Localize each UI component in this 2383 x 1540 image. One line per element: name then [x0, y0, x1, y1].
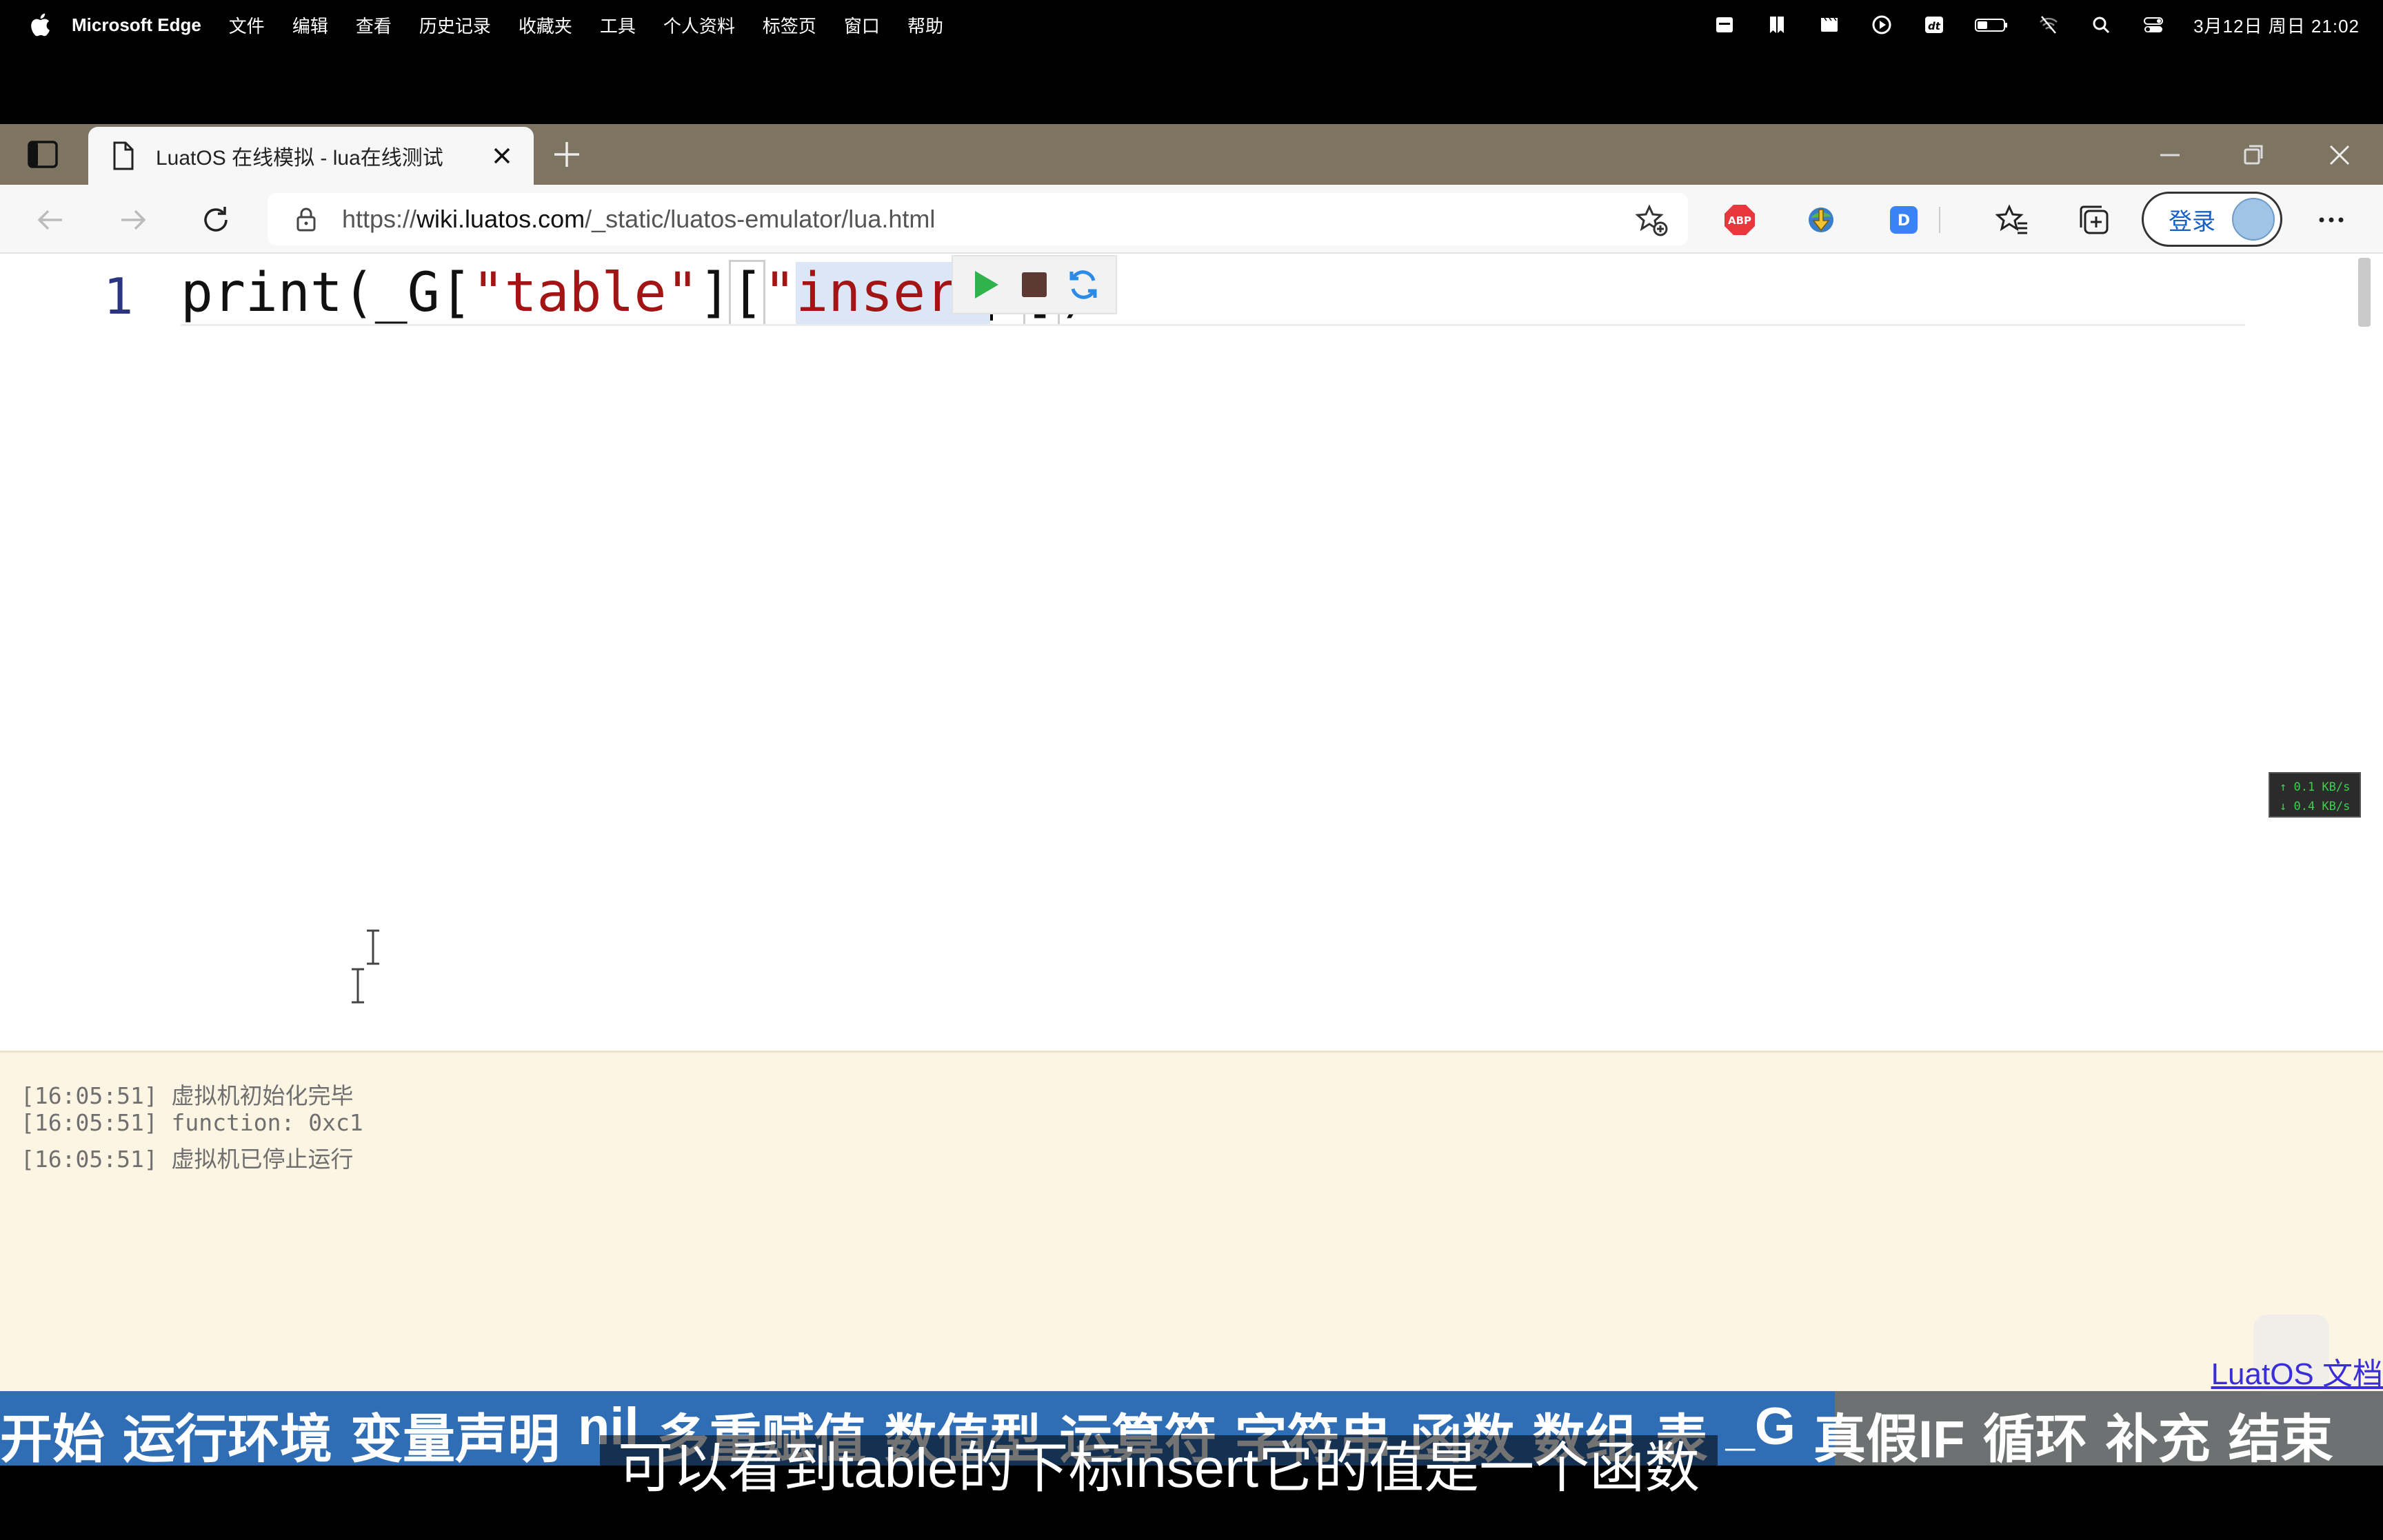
vertical-tabs-icon[interactable]: [26, 139, 59, 170]
chapter-item[interactable]: 运行环境: [123, 1397, 332, 1469]
toolbar-divider: [1936, 203, 1943, 237]
video-subtitle: 可以看到table的下标insert它的值是一个函数: [600, 1435, 1718, 1501]
page-icon: [109, 141, 137, 171]
login-label: 登录: [2169, 208, 2215, 235]
app-name-menu[interactable]: Microsoft Edge: [72, 14, 201, 36]
console-output: [16:05:51] 虚拟机初始化完毕 [16:05:51] function:…: [0, 1051, 2383, 1391]
lock-icon[interactable]: [292, 205, 320, 233]
menu-file[interactable]: 文件: [229, 12, 265, 38]
back-arrow-icon[interactable]: [33, 203, 68, 237]
current-line-highlight: [181, 324, 2245, 326]
macos-menu-bar: Microsoft Edge 文件 编辑 查看 历史记录 收藏夹 工具 个人资料…: [0, 0, 2383, 50]
forward-arrow-icon[interactable]: [116, 203, 150, 237]
close-window-icon[interactable]: [2324, 139, 2355, 171]
console-line: [16:05:51] 虚拟机初始化完毕: [21, 1082, 354, 1109]
chapter-item[interactable]: 真假IF: [1813, 1397, 1965, 1469]
address-bar[interactable]: https://wiki.luatos.com/_static/luatos-e…: [268, 193, 1688, 245]
reload-icon[interactable]: [1065, 266, 1102, 303]
url-path: /_static/luatos-emulator/lua.html: [585, 205, 936, 233]
minimize-icon[interactable]: [2154, 139, 2186, 171]
download-manager-extension-icon[interactable]: [1804, 203, 1838, 237]
code-editor[interactable]: 1 print(_G["table"]["insert"]) ↑ 0.1 KB/…: [0, 254, 2383, 1051]
chapter-item[interactable]: 循环: [1983, 1397, 2088, 1469]
code-token: print(_G[: [181, 262, 472, 324]
adblock-plus-icon[interactable]: ABP: [1722, 203, 1757, 237]
menu-profile[interactable]: 个人资料: [663, 12, 735, 38]
clapper-icon[interactable]: [1817, 12, 1842, 37]
stop-icon[interactable]: [1016, 266, 1053, 303]
collections-icon[interactable]: [2077, 203, 2111, 237]
wifi-off-icon[interactable]: [2036, 12, 2061, 37]
avatar: [2232, 198, 2275, 241]
url-host: wiki.luatos.com: [416, 205, 585, 233]
console-line: [16:05:51] 虚拟机已停止运行: [21, 1146, 354, 1173]
new-tab-icon[interactable]: [552, 139, 582, 170]
menu-view[interactable]: 查看: [356, 12, 392, 38]
tab-title: LuatOS 在线模拟 - lua在线测试: [156, 147, 443, 170]
bookmark-app-icon[interactable]: [1764, 12, 1789, 37]
run-controls: [952, 255, 1117, 314]
tab-strip: LuatOS 在线模拟 - lua在线测试: [0, 124, 2383, 185]
run-play-icon[interactable]: [967, 266, 1004, 303]
svg-text:D: D: [1898, 212, 1910, 230]
adblock-label: ABP: [1728, 214, 1751, 227]
restore-icon[interactable]: [2238, 139, 2270, 171]
matched-bracket-open: [: [729, 260, 766, 326]
code-string-table: "table": [472, 262, 699, 324]
code-token: ]: [698, 262, 732, 324]
url-scheme: https://: [342, 205, 417, 233]
spotlight-search-icon[interactable]: [2089, 12, 2113, 37]
menu-history[interactable]: 历史记录: [419, 12, 491, 38]
menu-tools[interactable]: 工具: [600, 12, 636, 38]
console-line: [16:05:51] function: 0xc1: [21, 1109, 363, 1136]
chapter-item[interactable]: 补充: [2106, 1397, 2211, 1469]
code-string-quote: ": [763, 262, 796, 324]
ibeam-cursor-icon: [363, 928, 383, 966]
tab-luatos-emulator[interactable]: LuatOS 在线模拟 - lua在线测试: [88, 127, 534, 185]
dictionary-icon[interactable]: dt: [1922, 12, 1947, 37]
chapter-item[interactable]: 结束: [2229, 1397, 2333, 1469]
chapter-item[interactable]: _G: [1726, 1397, 1796, 1463]
editor-scrollbar[interactable]: [2358, 258, 2371, 327]
url-text: https://wiki.luatos.com/_static/luatos-e…: [342, 205, 935, 234]
browser-toolbar: https://wiki.luatos.com/_static/luatos-e…: [0, 185, 2383, 254]
ibeam-cursor-icon: [348, 966, 368, 1005]
svg-text:dt: dt: [1928, 20, 1941, 32]
menu-favorites[interactable]: 收藏夹: [519, 12, 572, 38]
menu-help[interactable]: 帮助: [907, 12, 943, 38]
play-circle-icon[interactable]: [1869, 12, 1894, 37]
profile-login-button[interactable]: 登录: [2142, 192, 2282, 247]
battery-icon[interactable]: [1974, 12, 2009, 37]
chapter-item[interactable]: 变量声明: [350, 1397, 560, 1469]
download-speed: ↓ 0.4 KB/s: [2280, 800, 2351, 813]
network-speed-widget: ↑ 0.1 KB/s ↓ 0.4 KB/s: [2269, 772, 2361, 818]
close-tab-icon[interactable]: [488, 142, 516, 170]
stack-icon[interactable]: [1712, 12, 1737, 37]
menu-edit[interactable]: 编辑: [292, 12, 328, 38]
line-number: 1: [103, 267, 134, 325]
refresh-icon[interactable]: [199, 203, 233, 237]
add-favorite-icon[interactable]: [1634, 203, 1670, 239]
chapter-item[interactable]: 开始: [0, 1397, 105, 1469]
upload-speed: ↑ 0.1 KB/s: [2280, 780, 2351, 794]
favorites-icon[interactable]: [1995, 203, 2030, 237]
menubar-clock[interactable]: 3月12日 周日 21:02: [2193, 12, 2360, 38]
menu-window[interactable]: 窗口: [844, 12, 880, 38]
menu-tabs[interactable]: 标签页: [763, 12, 816, 38]
luatos-docs-link[interactable]: LuatOS 文档: [2211, 1349, 2383, 1393]
control-center-icon[interactable]: [2141, 12, 2166, 37]
translate-extension-icon[interactable]: D: [1887, 203, 1921, 237]
apple-icon[interactable]: [26, 11, 54, 39]
more-options-icon[interactable]: [2314, 203, 2349, 237]
